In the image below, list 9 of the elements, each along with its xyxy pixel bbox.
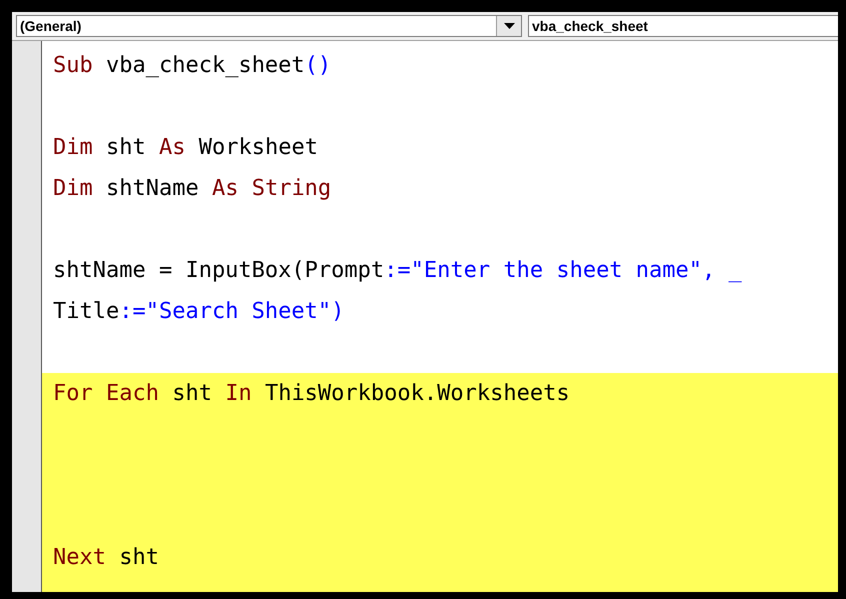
code-line: Dim sht As Worksheet [52,134,319,162]
dropdown-arrow-icon [504,23,514,29]
procedure-dropdown[interactable]: vba_check_sheet [528,15,838,37]
code-line: Title:="Search Sheet") [52,298,346,326]
code-editor[interactable]: Sub vba_check_sheet() Dim sht As Worksheet Dim shtName As String shtName = InputBox(Prompt:="Enter the sheet name", _ Title:="Search Sheet") For Each sht In ThisWorkbook.Worksheets Next sht [42,41,838,592]
code-line: Sub vba_check_sheet() [52,52,332,80]
code-line: Dim shtName As String [52,175,332,203]
object-dropdown[interactable]: (General) [16,15,522,37]
code-line: shtName = InputBox(Prompt:="Enter the sheet name", _ [52,257,743,285]
